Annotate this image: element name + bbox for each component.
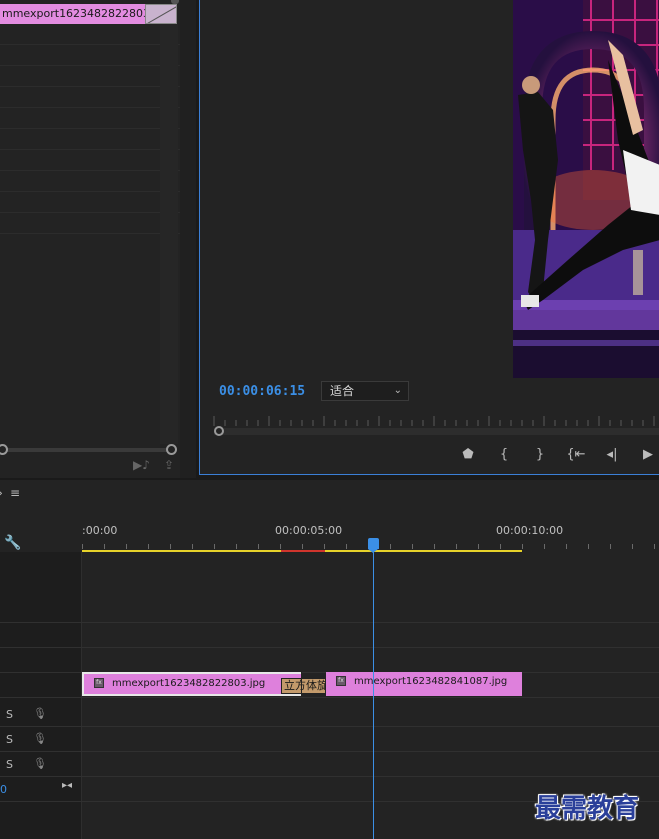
mark-out-icon[interactable]: } — [522, 446, 558, 464]
export-icon[interactable]: ⇪ — [164, 458, 174, 472]
program-scrub-handle[interactable] — [214, 426, 224, 436]
master-volume-value[interactable]: 0 — [0, 783, 7, 796]
mic-icon[interactable]: 🎙 — [33, 707, 47, 720]
source-list — [0, 24, 180, 424]
scroll-handle-left[interactable] — [0, 444, 8, 455]
timeline-panel: › ≡ 🔧 :00:00 00:00:05:00 00:00:10:00 S 🎙… — [0, 480, 659, 839]
source-clip-thumbnail[interactable] — [145, 4, 177, 24]
zoom-fit-select[interactable]: 适合 ⌄ — [321, 381, 409, 401]
source-column — [160, 24, 178, 444]
solo-button[interactable]: S — [6, 758, 13, 771]
program-video-frame — [513, 0, 659, 378]
solo-button[interactable]: S — [6, 708, 13, 721]
play-icon[interactable]: ▶ — [630, 446, 659, 464]
go-to-in-icon[interactable]: {⇤ — [558, 446, 594, 464]
menu-icon[interactable]: ≡ — [10, 486, 20, 500]
mic-icon[interactable]: 🎙 — [33, 732, 47, 745]
fx-icon: fx — [94, 678, 104, 688]
program-scrub-bar[interactable] — [214, 428, 659, 435]
program-ruler[interactable] — [212, 410, 659, 428]
transport-controls: ⬟ { } {⇤ ◂| ▶ — [450, 446, 659, 464]
step-back-icon[interactable]: ◂| — [594, 446, 630, 464]
source-zoom-scrollbar[interactable] — [0, 444, 180, 456]
fx-icon: fx — [336, 676, 346, 686]
timeline-clip[interactable]: fx mmexport1623482822803.jpg — [82, 672, 301, 696]
marker-icon[interactable]: ⬟ — [450, 446, 486, 464]
program-monitor: 00:00:06:15 适合 ⌄ ⬟ { } {⇤ ◂| ▶ — [199, 0, 659, 475]
master-track-icon[interactable]: ▸◂ — [62, 780, 72, 791]
scroll-handle-right[interactable] — [166, 444, 177, 455]
mic-icon[interactable]: 🎙 — [33, 757, 47, 770]
wrench-icon[interactable]: 🔧 — [4, 535, 21, 551]
zoom-fit-value: 适合 — [330, 384, 355, 398]
source-footer: ▶♪ ⇪ — [133, 458, 174, 472]
watermark: 最需教育 — [535, 794, 640, 824]
timeline-clip[interactable]: fx mmexport1623482841087.jpg — [326, 672, 522, 696]
program-timecode[interactable]: 00:00:06:15 — [219, 384, 305, 399]
solo-button[interactable]: S — [6, 733, 13, 746]
playhead-line[interactable] — [373, 546, 374, 839]
panel-divider[interactable] — [180, 0, 196, 478]
insert-icon[interactable]: ▶♪ — [133, 458, 150, 472]
transition-clip[interactable]: 立方体旋 — [281, 678, 326, 694]
mark-in-icon[interactable]: { — [486, 446, 522, 464]
source-clip[interactable]: mmexport1623482822803.jp — [0, 4, 145, 24]
source-panel: mmexport1623482822803.jp ▶♪ ⇪ — [0, 0, 180, 478]
clip-name: mmexport1623482822803.jpg — [112, 678, 266, 689]
edit-point[interactable] — [301, 672, 302, 696]
clip-name: mmexport1623482841087.jpg — [354, 676, 508, 687]
chevron-down-icon: ⌄ — [393, 385, 402, 396]
stage-image — [513, 0, 659, 378]
panel-tab-edge[interactable]: › — [0, 486, 3, 500]
track-headers: S 🎙 S 🎙 S 🎙 0 ▸◂ — [0, 552, 82, 839]
